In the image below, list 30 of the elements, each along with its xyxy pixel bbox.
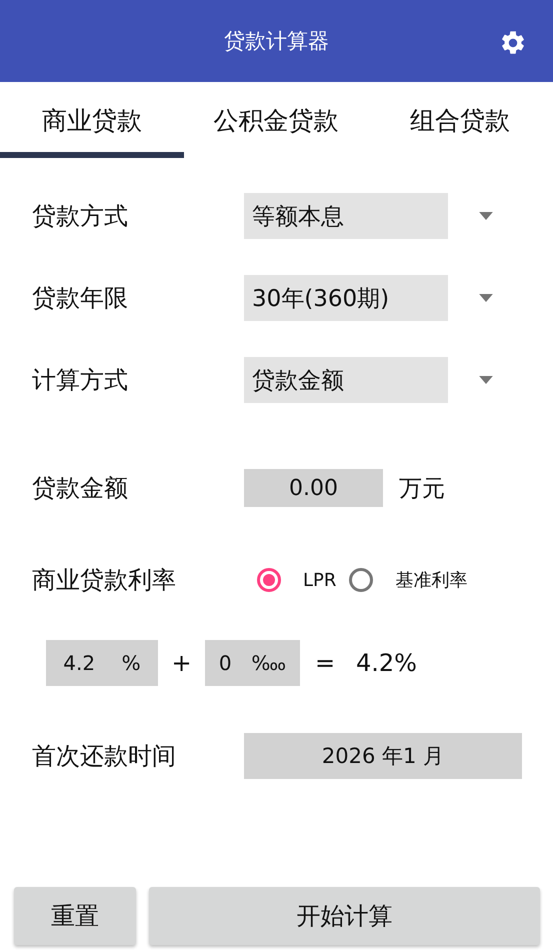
adjust-field[interactable]: 0 ‱	[205, 640, 300, 686]
unit-label: 万元	[399, 474, 445, 504]
reset-button[interactable]: 重置	[14, 887, 136, 945]
tab[interactable]: 组合贷款	[368, 82, 552, 158]
caret-icon[interactable]	[479, 212, 493, 220]
dropdown[interactable]: 30年(360期)	[244, 275, 448, 321]
field-label: 计算方式	[32, 365, 129, 396]
radio-label[interactable]: 基准利率	[395, 568, 468, 592]
field-label: 贷款金额	[32, 473, 129, 504]
app-title: 贷款计算器	[224, 28, 329, 55]
dropdown[interactable]: 贷款金额	[244, 357, 448, 403]
rate-field[interactable]: 4.2 %	[46, 640, 158, 686]
caret-icon[interactable]	[479, 376, 493, 384]
amount-field[interactable]: 0.00	[244, 469, 383, 507]
rate-result: 4.2%	[356, 649, 417, 677]
radio-button[interactable]	[257, 568, 281, 592]
tab[interactable]: 公积金贷款	[184, 82, 368, 158]
radio-label[interactable]: LPR	[303, 570, 336, 590]
field-label: 商业贷款利率	[32, 565, 177, 596]
equals-sign: =	[314, 649, 336, 677]
field-label: 贷款方式	[32, 201, 129, 232]
date-field[interactable]: 2026 年1 月	[244, 733, 522, 779]
dropdown[interactable]: 等额本息	[244, 193, 448, 239]
field-label: 首次还款时间	[32, 741, 177, 772]
calculate-button[interactable]: 开始计算	[149, 887, 540, 945]
field-label: 贷款年限	[32, 283, 129, 314]
tab[interactable]: 商业贷款	[0, 82, 184, 158]
radio-button[interactable]	[349, 568, 374, 592]
caret-icon[interactable]	[479, 294, 493, 302]
plus-sign: +	[170, 649, 193, 677]
